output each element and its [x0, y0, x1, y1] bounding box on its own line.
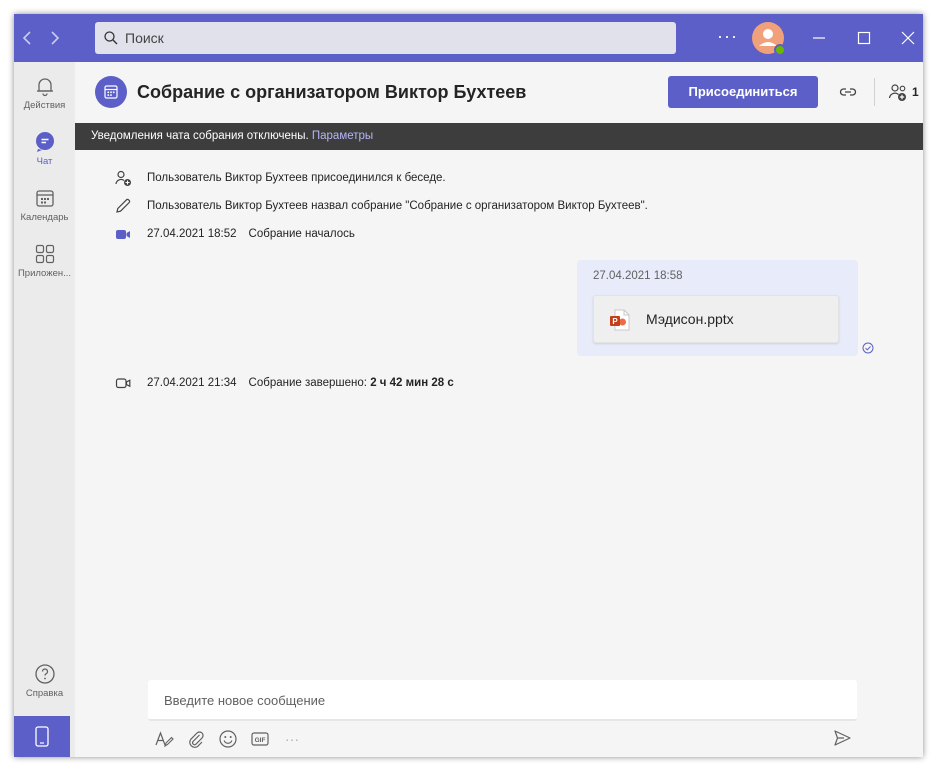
file-attachment[interactable]: P Мэдисон.pptx	[593, 295, 839, 343]
more-compose-options[interactable]: ···	[282, 729, 302, 749]
file-name: Мэдисон.pptx	[646, 311, 734, 327]
rail-label: Чат	[36, 156, 53, 167]
rail-label: Календарь	[20, 212, 69, 223]
message-text: Пользователь Виктор Бухтеев присоединилс…	[147, 172, 446, 184]
rail-label: Приложен...	[17, 268, 72, 279]
app-bar: Действия Чат Календарь Приложен... Справ…	[14, 62, 75, 757]
svg-text:GIF: GIF	[255, 737, 266, 744]
minimize-icon[interactable]	[807, 26, 831, 50]
compose-toolbar: GIF ···	[154, 728, 314, 750]
read-receipt-icon	[862, 342, 874, 354]
rail-item-chat[interactable]: Чат	[14, 130, 75, 167]
message-time: 27.04.2021 18:52	[147, 228, 237, 240]
help-icon	[34, 664, 55, 684]
header-divider	[874, 78, 875, 106]
mobile-download-button[interactable]	[14, 716, 70, 757]
participants-count: 1	[912, 85, 919, 99]
message-input[interactable]: Введите новое сообщение	[148, 680, 857, 721]
banner-text: Уведомления чата собрания отключены.	[91, 130, 309, 142]
message-text: Пользователь Виктор Бухтеев назвал собра…	[147, 200, 648, 212]
emoji-icon[interactable]	[218, 729, 238, 749]
attach-icon[interactable]	[186, 729, 206, 749]
calendar-icon	[35, 190, 54, 207]
search-placeholder: Поиск	[125, 30, 164, 46]
mobile-phone-icon	[35, 726, 49, 747]
rail-item-apps[interactable]: Приложен...	[14, 242, 75, 279]
gif-icon[interactable]: GIF	[250, 729, 270, 749]
message-time: 27.04.2021 18:58	[593, 270, 683, 282]
person-add-icon	[115, 170, 131, 186]
avatar[interactable]	[752, 22, 786, 56]
join-button[interactable]: Присоединиться	[668, 76, 818, 108]
message-input-placeholder: Введите новое сообщение	[164, 693, 326, 708]
bell-icon	[36, 78, 53, 97]
chat-header: Собрание с организатором Виктор Бухтеев …	[75, 62, 923, 123]
more-options-button[interactable]: ···	[717, 26, 738, 47]
meeting-duration: 2 ч 42 мин 28 с	[370, 377, 454, 389]
rail-item-activity[interactable]: Действия	[14, 74, 75, 111]
back-arrow-icon[interactable]	[18, 28, 38, 48]
rail-label: Справка	[25, 688, 64, 699]
send-icon[interactable]	[832, 728, 852, 748]
video-camera-off-icon	[115, 378, 131, 389]
meeting-avatar	[95, 76, 127, 108]
system-message-joined: Пользователь Виктор Бухтеев присоединилс…	[114, 168, 446, 188]
pencil-icon	[116, 198, 131, 213]
message-bubble[interactable]: 27.04.2021 18:58 P Мэдисон.pptx	[577, 260, 858, 356]
link-icon[interactable]	[837, 81, 859, 103]
search-icon	[104, 31, 118, 45]
people-add-icon	[888, 84, 906, 101]
participants-button[interactable]: 1	[887, 81, 919, 103]
video-camera-icon	[116, 230, 130, 239]
svg-text:P: P	[612, 317, 618, 326]
chat-icon	[35, 132, 54, 152]
title-bar: Поиск ···	[14, 14, 923, 62]
system-message-ended: 27.04.2021 21:34 Собрание завершено: 2 ч…	[114, 373, 454, 393]
teams-window: Поиск ··· Действия Чат Календарь Приложе…	[14, 14, 923, 757]
system-message-started: 27.04.2021 18:52 Собрание началось	[114, 224, 355, 244]
close-icon[interactable]	[896, 26, 920, 50]
notification-banner: Уведомления чата собрания отключены. Пар…	[75, 123, 923, 150]
page-title: Собрание с организатором Виктор Бухтеев	[137, 82, 527, 102]
rail-item-calendar[interactable]: Календарь	[14, 186, 75, 223]
presence-available-icon	[774, 44, 786, 56]
calendar-icon	[104, 85, 118, 99]
search-box[interactable]: Поиск	[95, 22, 676, 54]
rail-label: Действия	[23, 100, 66, 111]
forward-arrow-icon[interactable]	[44, 28, 64, 48]
format-icon[interactable]	[154, 729, 174, 749]
message-text: Собрание началось	[248, 228, 355, 240]
message-text: Собрание завершено:	[248, 377, 367, 389]
settings-link[interactable]: Параметры	[312, 130, 373, 142]
rail-item-help[interactable]: Справка	[14, 662, 75, 699]
apps-icon	[35, 244, 54, 264]
powerpoint-file-icon: P	[610, 309, 630, 331]
message-time: 27.04.2021 21:34	[147, 377, 237, 389]
maximize-icon[interactable]	[852, 26, 876, 50]
system-message-renamed: Пользователь Виктор Бухтеев назвал собра…	[114, 196, 648, 216]
